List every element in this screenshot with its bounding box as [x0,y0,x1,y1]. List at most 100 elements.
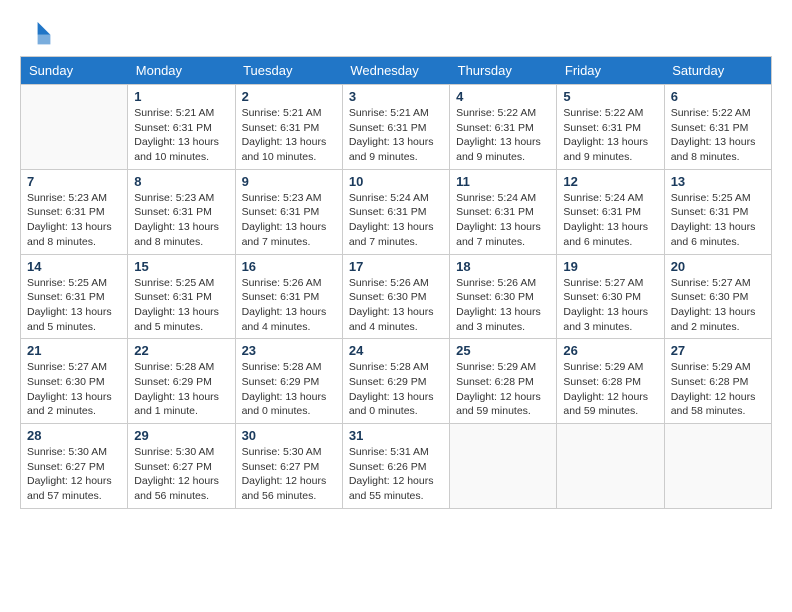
calendar-cell: 9Sunrise: 5:23 AM Sunset: 6:31 PM Daylig… [235,169,342,254]
day-number: 6 [671,89,765,104]
day-info: Sunrise: 5:22 AM Sunset: 6:31 PM Dayligh… [671,106,765,165]
calendar-cell: 26 Sunrise: 5:29 AM Sunset: 6:28 PM Dayli… [557,339,664,424]
calendar-cell: 21 Sunrise: 5:27 AM Sunset: 6:30 PM Dayli… [21,339,128,424]
calendar-cell: 22 Sunrise: 5:28 AM Sunset: 6:29 PM Dayli… [128,339,235,424]
calendar-cell: 19 Sunrise: 5:27 AM Sunset: 6:30 PM Dayli… [557,254,664,339]
day-info: Sunrise: 5:23 AM Sunset: 6:31 PM Dayligh… [134,191,228,250]
day-info: Sunrise: 5:28 AM Sunset: 6:29 PM Dayligh… [134,360,228,419]
day-number: 22 [134,343,228,358]
calendar-cell: 23 Sunrise: 5:28 AM Sunset: 6:29 PM Dayli… [235,339,342,424]
day-info: Sunrise: 5:25 AM Sunset: 6:31 PM Dayligh… [671,191,765,250]
day-info: Sunrise: 5:24 AM Sunset: 6:31 PM Dayligh… [563,191,657,250]
column-header-thursday: Thursday [450,57,557,85]
day-number: 25 [456,343,550,358]
day-number: 11 [456,174,550,189]
day-number: 7 [27,174,121,189]
day-info: Sunrise: 5:31 AM Sunset: 6:26 PM Dayligh… [349,445,443,504]
calendar-cell: 27 Sunrise: 5:29 AM Sunset: 6:28 PM Dayli… [664,339,771,424]
calendar-cell: 24 Sunrise: 5:28 AM Sunset: 6:29 PM Dayli… [342,339,449,424]
calendar-cell: 6 Sunrise: 5:22 AM Sunset: 6:31 PM Daylig… [664,85,771,170]
calendar-cell: 29Sunrise: 5:30 AM Sunset: 6:27 PM Dayli… [128,424,235,509]
calendar-cell: 5 Sunrise: 5:22 AM Sunset: 6:31 PM Daylig… [557,85,664,170]
day-info: Sunrise: 5:26 AM Sunset: 6:31 PM Dayligh… [242,276,336,335]
day-info: Sunrise: 5:25 AM Sunset: 6:31 PM Dayligh… [134,276,228,335]
logo-icon [20,20,52,48]
day-info: Sunrise: 5:23 AM Sunset: 6:31 PM Dayligh… [27,191,121,250]
day-number: 4 [456,89,550,104]
day-number: 12 [563,174,657,189]
calendar-cell [21,85,128,170]
day-number: 15 [134,259,228,274]
day-info: Sunrise: 5:26 AM Sunset: 6:30 PM Dayligh… [456,276,550,335]
calendar-cell [664,424,771,509]
day-number: 3 [349,89,443,104]
day-number: 1 [134,89,228,104]
day-info: Sunrise: 5:29 AM Sunset: 6:28 PM Dayligh… [671,360,765,419]
calendar-cell: 16 Sunrise: 5:26 AM Sunset: 6:31 PM Dayli… [235,254,342,339]
day-number: 28 [27,428,121,443]
day-number: 31 [349,428,443,443]
column-header-wednesday: Wednesday [342,57,449,85]
day-info: Sunrise: 5:30 AM Sunset: 6:27 PM Dayligh… [27,445,121,504]
day-number: 17 [349,259,443,274]
day-number: 23 [242,343,336,358]
calendar-week-row: 7 Sunrise: 5:23 AM Sunset: 6:31 PM Daylig… [21,169,772,254]
day-number: 14 [27,259,121,274]
calendar-header-row: SundayMondayTuesdayWednesdayThursdayFrid… [21,57,772,85]
day-info: Sunrise: 5:28 AM Sunset: 6:29 PM Dayligh… [242,360,336,419]
day-number: 2 [242,89,336,104]
day-info: Sunrise: 5:21 AM Sunset: 6:31 PM Dayligh… [242,106,336,165]
day-number: 24 [349,343,443,358]
day-number: 5 [563,89,657,104]
calendar-cell: 4 Sunrise: 5:22 AM Sunset: 6:31 PM Daylig… [450,85,557,170]
calendar-week-row: 1 Sunrise: 5:21 AM Sunset: 6:31 PM Daylig… [21,85,772,170]
day-info: Sunrise: 5:27 AM Sunset: 6:30 PM Dayligh… [27,360,121,419]
calendar-cell: 30Sunrise: 5:30 AM Sunset: 6:27 PM Dayli… [235,424,342,509]
calendar-cell: 10 Sunrise: 5:24 AM Sunset: 6:31 PM Dayli… [342,169,449,254]
calendar-cell: 8Sunrise: 5:23 AM Sunset: 6:31 PM Daylig… [128,169,235,254]
day-info: Sunrise: 5:26 AM Sunset: 6:30 PM Dayligh… [349,276,443,335]
calendar-cell [557,424,664,509]
day-info: Sunrise: 5:30 AM Sunset: 6:27 PM Dayligh… [242,445,336,504]
day-number: 26 [563,343,657,358]
day-info: Sunrise: 5:25 AM Sunset: 6:31 PM Dayligh… [27,276,121,335]
day-info: Sunrise: 5:28 AM Sunset: 6:29 PM Dayligh… [349,360,443,419]
day-info: Sunrise: 5:24 AM Sunset: 6:31 PM Dayligh… [349,191,443,250]
calendar-cell: 7 Sunrise: 5:23 AM Sunset: 6:31 PM Daylig… [21,169,128,254]
day-number: 18 [456,259,550,274]
calendar-week-row: 14 Sunrise: 5:25 AM Sunset: 6:31 PM Dayli… [21,254,772,339]
day-info: Sunrise: 5:22 AM Sunset: 6:31 PM Dayligh… [563,106,657,165]
day-info: Sunrise: 5:27 AM Sunset: 6:30 PM Dayligh… [671,276,765,335]
column-header-saturday: Saturday [664,57,771,85]
calendar-cell: 11 Sunrise: 5:24 AM Sunset: 6:31 PM Dayli… [450,169,557,254]
day-number: 20 [671,259,765,274]
day-info: Sunrise: 5:21 AM Sunset: 6:31 PM Dayligh… [349,106,443,165]
calendar-cell: 3 Sunrise: 5:21 AM Sunset: 6:31 PM Daylig… [342,85,449,170]
calendar-week-row: 21 Sunrise: 5:27 AM Sunset: 6:30 PM Dayli… [21,339,772,424]
day-info: Sunrise: 5:22 AM Sunset: 6:31 PM Dayligh… [456,106,550,165]
day-number: 21 [27,343,121,358]
column-header-tuesday: Tuesday [235,57,342,85]
day-info: Sunrise: 5:29 AM Sunset: 6:28 PM Dayligh… [456,360,550,419]
day-info: Sunrise: 5:24 AM Sunset: 6:31 PM Dayligh… [456,191,550,250]
day-info: Sunrise: 5:23 AM Sunset: 6:31 PM Dayligh… [242,191,336,250]
calendar-cell: 14 Sunrise: 5:25 AM Sunset: 6:31 PM Dayli… [21,254,128,339]
day-number: 27 [671,343,765,358]
day-info: Sunrise: 5:29 AM Sunset: 6:28 PM Dayligh… [563,360,657,419]
calendar-table: SundayMondayTuesdayWednesdayThursdayFrid… [20,56,772,509]
calendar-cell: 1 Sunrise: 5:21 AM Sunset: 6:31 PM Daylig… [128,85,235,170]
calendar-cell: 13Sunrise: 5:25 AM Sunset: 6:31 PM Dayli… [664,169,771,254]
day-info: Sunrise: 5:27 AM Sunset: 6:30 PM Dayligh… [563,276,657,335]
calendar-week-row: 28 Sunrise: 5:30 AM Sunset: 6:27 PM Dayli… [21,424,772,509]
day-number: 10 [349,174,443,189]
calendar-cell: 2 Sunrise: 5:21 AM Sunset: 6:31 PM Daylig… [235,85,342,170]
day-info: Sunrise: 5:21 AM Sunset: 6:31 PM Dayligh… [134,106,228,165]
calendar-cell: 25 Sunrise: 5:29 AM Sunset: 6:28 PM Dayli… [450,339,557,424]
day-number: 19 [563,259,657,274]
calendar-cell [450,424,557,509]
calendar-cell: 18 Sunrise: 5:26 AM Sunset: 6:30 PM Dayli… [450,254,557,339]
day-number: 16 [242,259,336,274]
calendar-cell: 17 Sunrise: 5:26 AM Sunset: 6:30 PM Dayli… [342,254,449,339]
calendar-cell: 20 Sunrise: 5:27 AM Sunset: 6:30 PM Dayli… [664,254,771,339]
column-header-friday: Friday [557,57,664,85]
